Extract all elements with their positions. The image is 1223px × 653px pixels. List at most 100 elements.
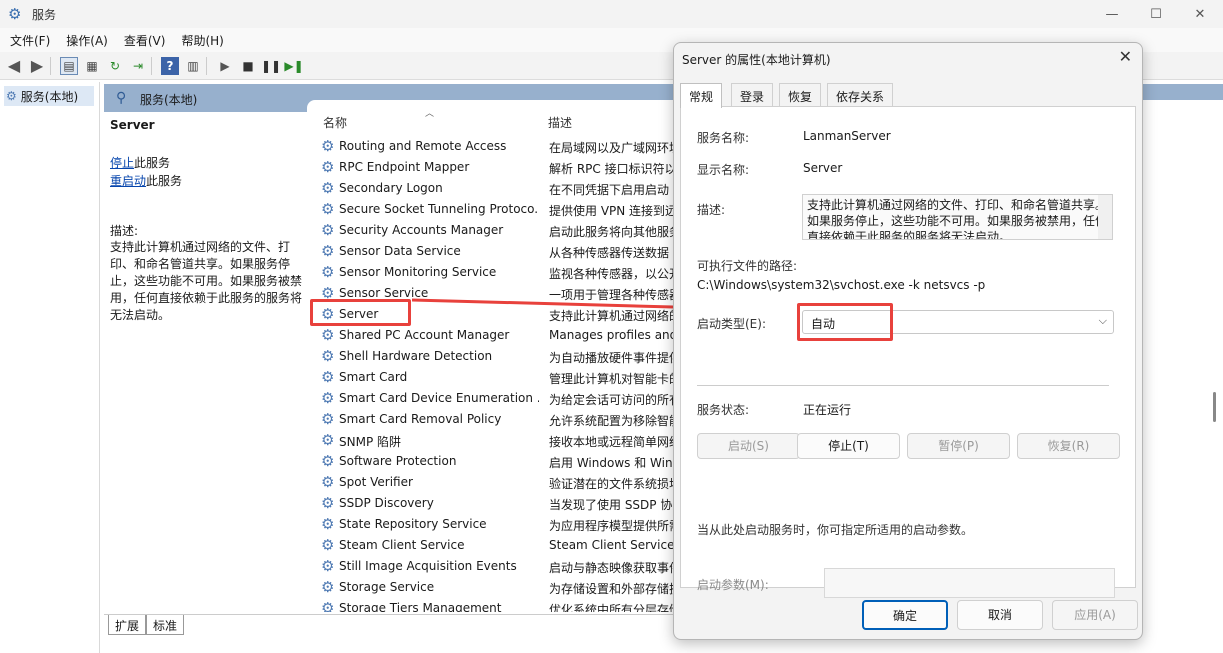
menu-action[interactable]: 操作(A) — [66, 32, 108, 49]
service-name-cell: Routing and Remote Access — [339, 139, 507, 153]
description-scrollbar[interactable] — [1098, 195, 1112, 239]
service-name-cell: Storage Service — [339, 580, 435, 594]
services-gear-icon: ⚙ — [8, 5, 22, 23]
service-gear-icon: ⚙ — [321, 452, 335, 470]
general-tab-panel: 服务名称: LanmanServer 显示名称: Server 描述: 支持此计… — [680, 106, 1136, 598]
tab-extended[interactable]: 扩展 — [108, 615, 147, 635]
maximize-button[interactable]: ☐ — [1133, 0, 1179, 28]
service-name-cell: Security Accounts Manager — [339, 223, 504, 237]
service-name-cell: Secure Socket Tunneling Protoco... — [339, 202, 539, 216]
title-bar: ⚙ 服务 — [0, 0, 1223, 28]
toolbar-divider — [206, 56, 207, 75]
menu-file[interactable]: 文件(F) — [10, 32, 50, 49]
close-button[interactable]: ✕ — [1177, 0, 1223, 28]
back-arrow-icon[interactable]: ◀ — [5, 56, 23, 75]
service-name-cell: Steam Client Service — [339, 538, 465, 552]
service-gear-icon: ⚙ — [321, 242, 335, 260]
service-name-cell: Storage Tiers Management — [339, 601, 502, 612]
stop-service-line: 停止此服务 — [110, 156, 171, 170]
highlight-server-row — [310, 299, 411, 326]
properties-icon[interactable]: ▦ — [83, 57, 101, 75]
restart-service-link[interactable]: 重启动 — [110, 174, 146, 188]
stop-service-link[interactable]: 停止 — [110, 156, 134, 170]
search-services-icon: ⚲ — [116, 90, 127, 106]
help-icon[interactable]: ? — [161, 56, 179, 75]
minimize-button[interactable]: — — [1089, 0, 1135, 28]
toolbar-divider — [50, 56, 51, 75]
refresh-icon[interactable]: ↻ — [106, 57, 124, 75]
service-gear-icon: ⚙ — [321, 347, 335, 365]
start-params-input[interactable] — [824, 568, 1115, 598]
service-gear-icon: ⚙ — [321, 389, 335, 407]
service-status-value: 正在运行 — [803, 403, 852, 417]
service-description-cell: 解析 RPC 接口标识符以 — [549, 162, 677, 176]
export-list-icon[interactable]: ⇥ — [129, 57, 147, 75]
tab-dependencies[interactable]: 依存关系 — [827, 83, 894, 107]
service-description-cell: Steam Client Service — [549, 538, 675, 552]
stop-button[interactable]: 停止(T) — [797, 433, 900, 459]
service-description-cell: 管理此计算机对智能卡的 — [549, 372, 682, 386]
description-label: 描述: — [110, 224, 139, 238]
action-pane-icon[interactable]: ▥ — [184, 57, 202, 75]
pause-service-icon[interactable]: ❚❚ — [261, 57, 281, 75]
tree-item-services-local[interactable]: ⚙ 服务(本地) — [4, 86, 94, 106]
description-textbox[interactable]: 支持此计算机通过网络的文件、打印、和命名管道共享。如果服务停止，这些功能不可用。… — [802, 194, 1113, 240]
dialog-close-icon[interactable]: ✕ — [1119, 47, 1132, 66]
cancel-button[interactable]: 取消 — [957, 600, 1043, 630]
start-params-hint: 当从此处启动服务时，你可指定所适用的启动参数。 — [697, 523, 974, 537]
apply-button[interactable]: 应用(A) — [1052, 600, 1138, 630]
service-description-cell: 启动与静态映像获取事件 — [549, 561, 682, 575]
service-gear-icon: ⚙ — [321, 326, 335, 344]
service-description-cell: 为自动播放硬件事件提供 — [549, 351, 682, 365]
show-hide-console-tree-icon[interactable]: ▤ — [60, 56, 78, 75]
service-gear-icon: ⚙ — [321, 200, 335, 218]
column-header-description[interactable]: 描述 — [548, 114, 572, 131]
service-name-cell: Software Protection — [339, 454, 457, 468]
service-details-pane: Server 停止此服务 重启动此服务 描述: 支持此计算机通过网络的文件、打印… — [104, 112, 307, 612]
service-name-cell: Spot Verifier — [339, 475, 413, 489]
service-gear-icon: ⚙ — [321, 515, 335, 533]
selected-service-name: Server — [110, 118, 155, 132]
stop-service-icon[interactable]: ■ — [239, 57, 257, 75]
resume-button[interactable]: 恢复(R) — [1017, 433, 1120, 459]
tab-logon[interactable]: 登录 — [731, 83, 774, 107]
start-service-icon[interactable]: ▶ — [216, 57, 234, 75]
menu-view[interactable]: 查看(V) — [124, 32, 166, 49]
scrollbar-thumb[interactable] — [1213, 392, 1216, 422]
service-description-cell: 允许系统配置为移除智能 — [549, 414, 682, 428]
section-divider — [697, 385, 1109, 386]
service-gear-icon: ⚙ — [321, 221, 335, 239]
service-name-cell: RPC Endpoint Mapper — [339, 160, 470, 174]
tab-general[interactable]: 常规 — [680, 83, 723, 108]
service-gear-icon: ⚙ — [321, 368, 335, 386]
sort-ascending-icon: ︿ — [425, 109, 435, 119]
start-button[interactable]: 启动(S) — [697, 433, 800, 459]
executable-path-value: C:\Windows\system32\svchost.exe -k netsv… — [697, 278, 986, 292]
service-name-cell: Shared PC Account Manager — [339, 328, 510, 342]
window-title: 服务 — [32, 7, 57, 22]
pause-button[interactable]: 暂停(P) — [907, 433, 1010, 459]
service-name-value: LanmanServer — [803, 129, 891, 143]
tab-recovery[interactable]: 恢复 — [779, 83, 822, 107]
service-gear-icon: ⚙ — [321, 137, 335, 155]
executable-path-label: 可执行文件的路径: — [697, 259, 798, 273]
service-name-cell: Sensor Data Service — [339, 244, 461, 258]
highlight-startup-type — [797, 303, 893, 341]
view-tabs: 扩展 标准 — [104, 614, 674, 636]
start-params-label: 启动参数(M): — [697, 578, 769, 592]
tab-standard[interactable]: 标准 — [146, 615, 185, 635]
ok-button[interactable]: 确定 — [862, 600, 948, 630]
services-gear-icon: ⚙ — [6, 89, 17, 103]
forward-arrow-icon[interactable]: ▶ — [28, 56, 46, 75]
service-name-cell: Secondary Logon — [339, 181, 443, 195]
display-name-label: 显示名称: — [697, 163, 750, 177]
column-header-name[interactable]: 名称 — [323, 114, 347, 131]
restart-service-icon[interactable]: ▶❚ — [284, 57, 303, 75]
chevron-down-icon: ⌵ — [1098, 314, 1107, 327]
service-description-cell: 在不同凭据下启用启动 — [549, 183, 670, 197]
service-description-cell: 为应用程序模型提供所需 — [549, 519, 682, 533]
service-gear-icon: ⚙ — [321, 557, 335, 575]
menu-help[interactable]: 帮助(H) — [181, 32, 223, 49]
service-gear-icon: ⚙ — [321, 536, 335, 554]
service-description-cell: 监视各种传感器，以公开 — [549, 267, 682, 281]
